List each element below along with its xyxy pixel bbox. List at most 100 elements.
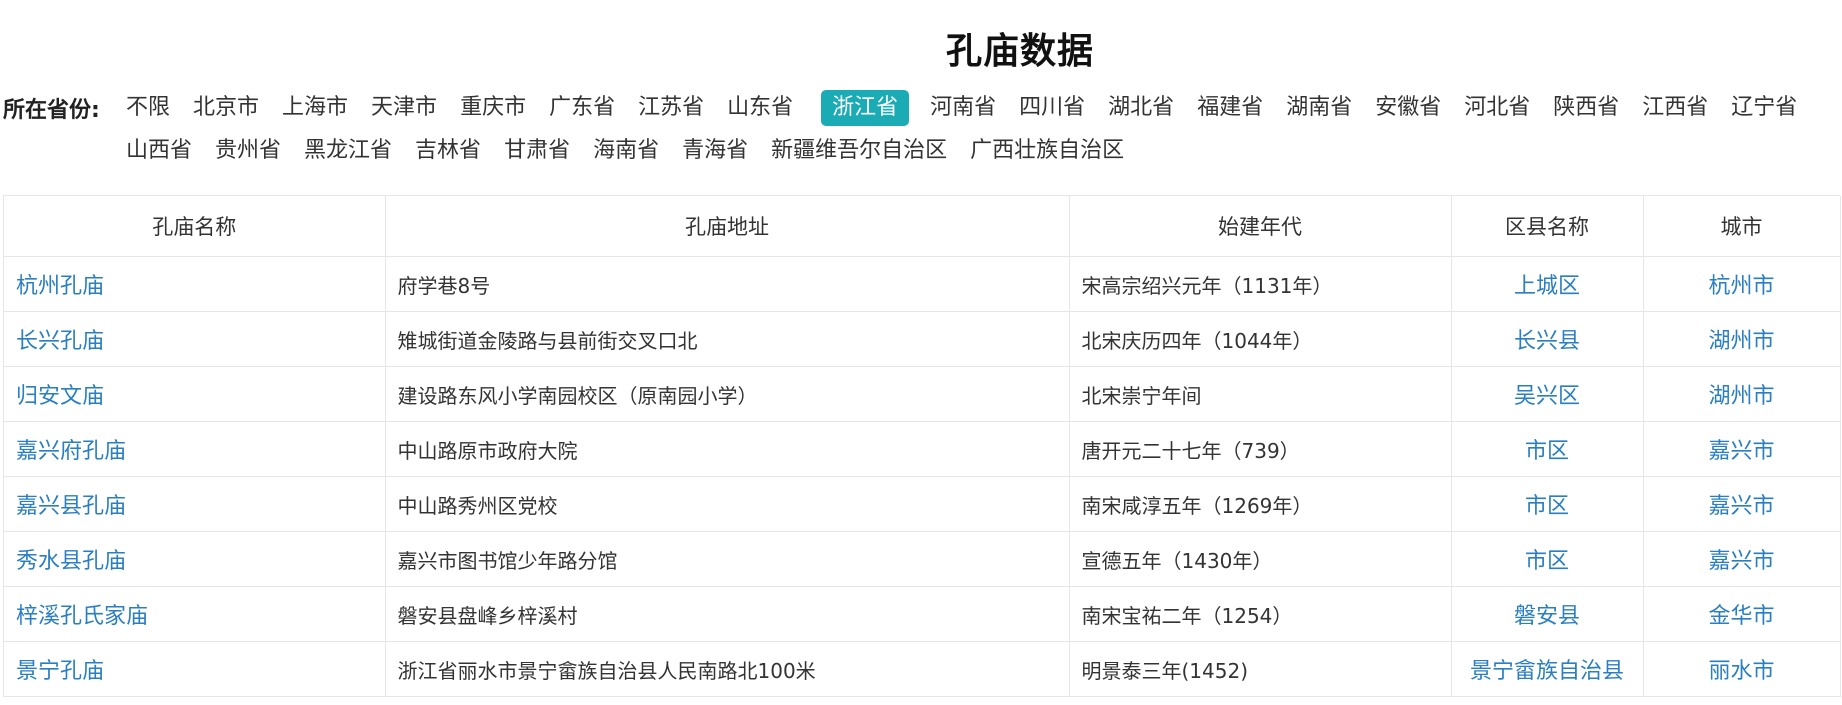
province-option[interactable]: 天津市 (362, 90, 446, 126)
district-link[interactable]: 磐安县 (1514, 604, 1580, 629)
cell-address: 浙江省丽水市景宁畲族自治县人民南路北100米 (385, 641, 1070, 697)
temple-name-link[interactable]: 景宁孔庙 (16, 659, 104, 684)
cell-year: 南宋咸淳五年（1269年） (1069, 476, 1452, 532)
temple-address: 中山路原市政府大院 (397, 438, 578, 463)
province-option[interactable]: 河北省 (1455, 90, 1539, 126)
province-option[interactable]: 北京市 (184, 90, 268, 126)
province-option[interactable]: 重庆市 (451, 90, 535, 126)
province-option[interactable]: 山西省 (117, 133, 201, 169)
cell-name: 嘉兴县孔庙 (4, 476, 386, 532)
province-option[interactable]: 福建省 (1188, 90, 1272, 126)
district-link[interactable]: 吴兴区 (1514, 384, 1580, 409)
province-option[interactable]: 广西壮族自治区 (961, 133, 1133, 169)
temple-address: 府学巷8号 (397, 273, 491, 298)
province-option[interactable]: 不限 (117, 90, 179, 126)
province-option[interactable]: 山东省 (718, 90, 802, 126)
province-option[interactable]: 湖南省 (1277, 90, 1361, 126)
city-link[interactable]: 湖州市 (1708, 329, 1774, 354)
province-option[interactable]: 陕西省 (1544, 90, 1628, 126)
temple-name-link[interactable]: 长兴孔庙 (16, 329, 104, 354)
table-row: 嘉兴府孔庙 中山路原市政府大院 唐开元二十七年（739） 市区 嘉兴市 (4, 421, 1841, 477)
district-link[interactable]: 市区 (1525, 549, 1569, 574)
cell-year: 唐开元二十七年（739） (1069, 421, 1452, 477)
province-option[interactable]: 海南省 (584, 133, 668, 169)
cell-address: 中山路秀州区党校 (385, 476, 1070, 532)
table-row: 景宁孔庙 浙江省丽水市景宁畲族自治县人民南路北100米 明景泰三年(1452) 景宁畲… (4, 641, 1841, 697)
column-header-city: 城市 (1643, 196, 1841, 257)
province-option[interactable]: 河南省 (921, 90, 1005, 126)
cell-name: 秀水县孔庙 (4, 531, 386, 587)
temple-year: 宣德五年（1430年） (1081, 548, 1273, 573)
cell-city: 嘉兴市 (1643, 531, 1841, 587)
cell-address: 建设路东风小学南园校区（原南园小学） (385, 366, 1070, 422)
province-option[interactable]: 甘肃省 (495, 133, 579, 169)
temple-name-link[interactable]: 梓溪孔氏家庙 (16, 604, 148, 629)
column-header-name: 孔庙名称 (4, 196, 386, 257)
temple-name-link[interactable]: 嘉兴县孔庙 (16, 494, 126, 519)
province-option[interactable]: 贵州省 (206, 133, 290, 169)
province-option[interactable]: 辽宁省 (1722, 90, 1806, 126)
province-option[interactable]: 江苏省 (629, 90, 713, 126)
table-row: 归安文庙 建设路东风小学南园校区（原南园小学） 北宋崇宁年间 吴兴区 湖州市 (4, 366, 1841, 422)
city-link[interactable]: 丽水市 (1708, 659, 1774, 684)
province-option[interactable]: 吉林省 (406, 133, 490, 169)
temple-year: 北宋庆历四年（1044年） (1081, 328, 1313, 353)
province-filter-row-2: 山西省 贵州省 黑龙江省 吉林省 甘肃省 海南省 青海省 新疆维吾尔自治区 广西壮族自治区 (117, 133, 1138, 171)
table-row: 杭州孔庙 府学巷8号 宋高宗绍兴元年（1131年） 上城区 杭州市 (4, 256, 1841, 312)
cell-district: 市区 (1451, 476, 1644, 532)
province-option[interactable]: 广东省 (540, 90, 624, 126)
temple-address: 浙江省丽水市景宁畲族自治县人民南路北100米 (397, 658, 816, 683)
province-option-selected[interactable]: 浙江省 (821, 90, 910, 126)
province-option[interactable]: 新疆维吾尔自治区 (762, 133, 956, 169)
province-option[interactable]: 安徽省 (1366, 90, 1450, 126)
cell-name: 归安文庙 (4, 366, 386, 422)
cell-name: 长兴孔庙 (4, 311, 386, 367)
temple-name-link[interactable]: 杭州孔庙 (16, 274, 104, 299)
city-link[interactable]: 杭州市 (1708, 274, 1774, 299)
district-link[interactable]: 长兴县 (1514, 329, 1580, 354)
province-option[interactable]: 青海省 (673, 133, 757, 169)
temple-name-link[interactable]: 归安文庙 (16, 384, 104, 409)
cell-city: 湖州市 (1643, 366, 1841, 422)
city-link[interactable]: 嘉兴市 (1708, 439, 1774, 464)
cell-name: 梓溪孔氏家庙 (4, 586, 386, 642)
temple-address: 雉城街道金陵路与县前街交叉口北 (397, 328, 698, 353)
district-link[interactable]: 市区 (1525, 439, 1569, 464)
cell-district: 长兴县 (1451, 311, 1644, 367)
cell-district: 上城区 (1451, 256, 1644, 312)
province-option[interactable]: 湖北省 (1099, 90, 1183, 126)
cell-address: 磐安县盘峰乡梓溪村 (385, 586, 1070, 642)
cell-address: 雉城街道金陵路与县前街交叉口北 (385, 311, 1070, 367)
province-option[interactable]: 黑龙江省 (295, 133, 401, 169)
temple-address: 中山路秀州区党校 (397, 493, 558, 518)
city-link[interactable]: 金华市 (1708, 604, 1774, 629)
cell-address: 中山路原市政府大院 (385, 421, 1070, 477)
temple-name-link[interactable]: 嘉兴府孔庙 (16, 439, 126, 464)
table-row: 梓溪孔氏家庙 磐安县盘峰乡梓溪村 南宋宝祐二年（1254） 磐安县 金华市 (4, 586, 1841, 642)
cell-name: 嘉兴府孔庙 (4, 421, 386, 477)
cell-district: 市区 (1451, 421, 1644, 477)
district-link[interactable]: 景宁畲族自治县 (1470, 659, 1624, 684)
cell-year: 明景泰三年(1452) (1069, 641, 1452, 697)
cell-address: 府学巷8号 (385, 256, 1070, 312)
city-link[interactable]: 湖州市 (1708, 384, 1774, 409)
district-link[interactable]: 上城区 (1514, 274, 1580, 299)
city-link[interactable]: 嘉兴市 (1708, 549, 1774, 574)
cell-address: 嘉兴市图书馆少年路分馆 (385, 531, 1070, 587)
page-title: 孔庙数据 (945, 31, 1094, 72)
temple-address: 建设路东风小学南园校区（原南园小学） (397, 383, 758, 408)
cell-district: 磐安县 (1451, 586, 1644, 642)
province-option[interactable]: 江西省 (1633, 90, 1717, 126)
cell-year: 宣德五年（1430年） (1069, 531, 1452, 587)
cell-year: 南宋宝祐二年（1254） (1069, 586, 1452, 642)
column-header-district: 区县名称 (1451, 196, 1644, 257)
temple-year: 南宋宝祐二年（1254） (1081, 603, 1293, 628)
city-link[interactable]: 嘉兴市 (1708, 494, 1774, 519)
cell-district: 吴兴区 (1451, 366, 1644, 422)
cell-year: 宋高宗绍兴元年（1131年） (1069, 256, 1452, 312)
temple-name-link[interactable]: 秀水县孔庙 (16, 549, 126, 574)
temple-address: 磐安县盘峰乡梓溪村 (397, 603, 578, 628)
province-option[interactable]: 四川省 (1010, 90, 1094, 126)
district-link[interactable]: 市区 (1525, 494, 1569, 519)
province-option[interactable]: 上海市 (273, 90, 357, 126)
